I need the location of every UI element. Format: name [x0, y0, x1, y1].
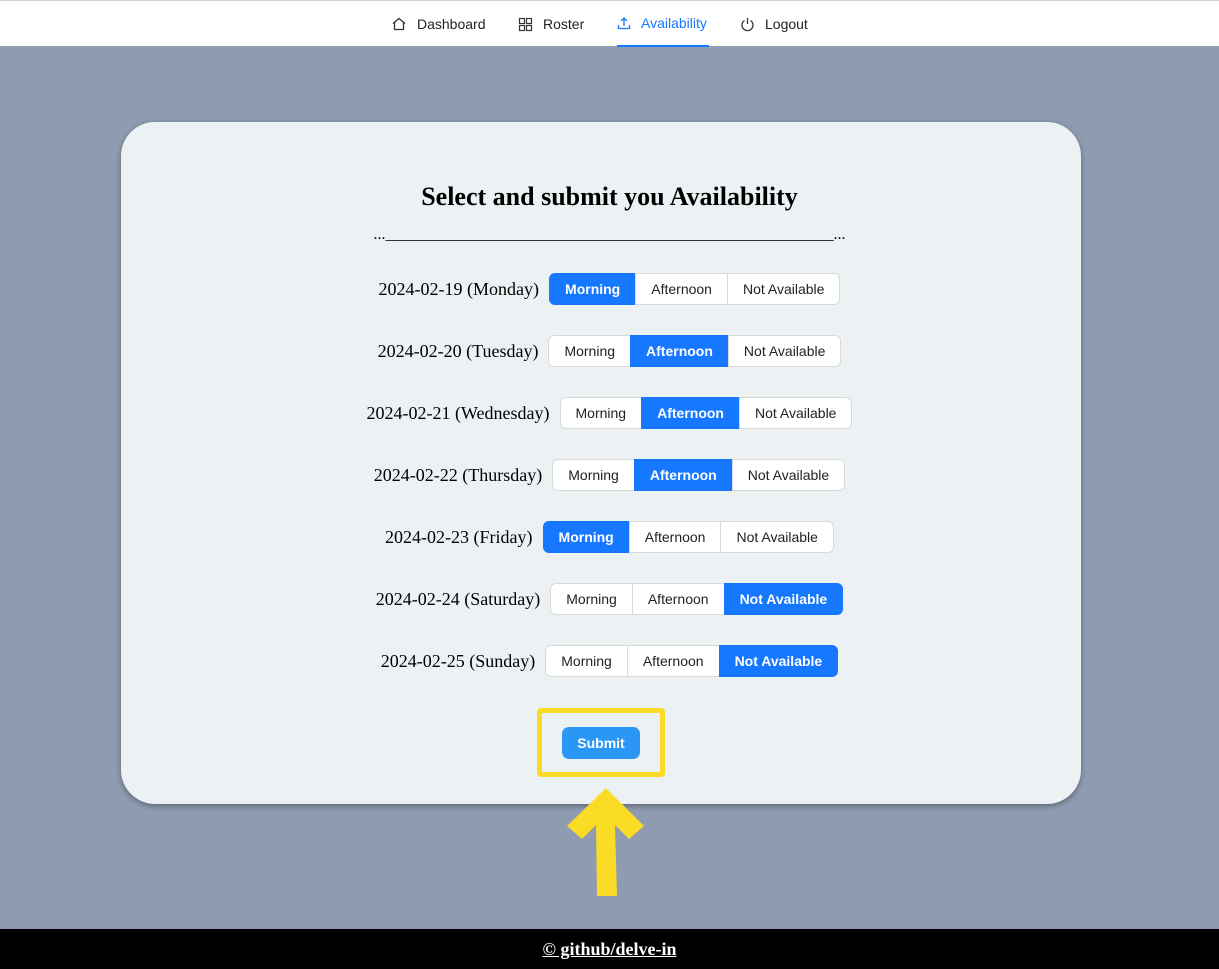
- nav-item-dashboard[interactable]: Dashboard: [391, 1, 486, 47]
- option-not-available-button[interactable]: Not Available: [731, 459, 846, 491]
- date-label: 2024-02-20 (Tuesday): [377, 340, 539, 361]
- availability-segmented-control: Morning Afternoon Not Available: [545, 645, 839, 677]
- availability-segmented-control: Morning Afternoon Not Available: [542, 521, 834, 553]
- option-morning-button[interactable]: Morning: [552, 459, 635, 491]
- footer: © github/delve-in: [0, 929, 1219, 969]
- availability-segmented-control: Morning Afternoon Not Available: [549, 273, 841, 305]
- option-morning-button[interactable]: Morning: [545, 645, 628, 677]
- availability-segmented-control: Morning Afternoon Not Available: [552, 459, 846, 491]
- availability-row: 2024-02-22 (Thursday) Morning Afternoon Not…: [0, 458, 1219, 492]
- title-divider: ..._____________________________________…: [373, 226, 846, 243]
- option-not-available-button[interactable]: Not Available: [727, 335, 842, 367]
- option-morning-button[interactable]: Morning: [550, 583, 633, 615]
- submit-button[interactable]: Submit: [562, 727, 640, 759]
- option-afternoon-button[interactable]: Afternoon: [635, 273, 728, 305]
- option-morning-button[interactable]: Morning: [549, 273, 637, 305]
- availability-row: 2024-02-24 (Saturday) Morning Afternoon Not…: [0, 582, 1219, 616]
- power-icon: [741, 17, 754, 31]
- availability-segmented-control: Morning Afternoon Not Available: [559, 397, 853, 429]
- upload-icon: [617, 17, 631, 30]
- availability-segmented-control: Morning Afternoon Not Available: [548, 335, 842, 367]
- availability-row: 2024-02-21 (Wednesday) Morning Afternoon No…: [0, 396, 1219, 430]
- nav-item-roster[interactable]: Roster: [518, 1, 584, 47]
- availability-segmented-control: Morning Afternoon Not Available: [550, 583, 844, 615]
- grid-icon: [518, 17, 533, 31]
- option-afternoon-button[interactable]: Afternoon: [628, 521, 722, 553]
- nav-menu: Dashboard Roster Availability Logout: [0, 1, 1219, 47]
- nav-item-label: Availability: [641, 15, 707, 31]
- option-afternoon-button[interactable]: Afternoon: [641, 397, 740, 429]
- nav-item-label: Dashboard: [417, 16, 486, 32]
- nav-item-availability[interactable]: Availability: [617, 1, 709, 47]
- date-label: 2024-02-21 (Wednesday): [366, 402, 550, 423]
- option-not-available-button[interactable]: Not Available: [726, 273, 841, 305]
- home-icon: [392, 17, 406, 31]
- option-afternoon-button[interactable]: Afternoon: [626, 645, 720, 677]
- page-title: Select and submit you Availability: [421, 182, 798, 211]
- nav-item-logout[interactable]: Logout: [740, 1, 808, 47]
- date-label: 2024-02-19 (Monday): [378, 278, 540, 299]
- option-not-available-button[interactable]: Not Available: [739, 397, 853, 429]
- nav-item-label: Logout: [765, 16, 808, 32]
- date-label: 2024-02-25 (Sunday): [380, 650, 536, 671]
- option-morning-button[interactable]: Morning: [542, 521, 630, 553]
- option-afternoon-button[interactable]: Afternoon: [633, 459, 733, 491]
- option-morning-button[interactable]: Morning: [559, 397, 643, 429]
- availability-row: 2024-02-19 (Monday) Morning Afternoon Not A…: [0, 272, 1219, 306]
- top-navigation-bar: Dashboard Roster Availability Logout: [0, 0, 1219, 47]
- availability-row: 2024-02-20 (Tuesday) Morning Afternoon Not …: [0, 334, 1219, 368]
- date-label: 2024-02-22 (Thursday): [373, 464, 543, 485]
- option-afternoon-button[interactable]: Afternoon: [630, 335, 729, 367]
- nav-item-label: Roster: [543, 16, 585, 32]
- arrow-up-icon: [567, 788, 644, 896]
- option-not-available-button[interactable]: Not Available: [718, 645, 839, 677]
- github-link[interactable]: © github/delve-in: [543, 939, 677, 960]
- option-afternoon-button[interactable]: Afternoon: [631, 583, 725, 615]
- availability-row: 2024-02-25 (Sunday) Morning Afternoon Not A…: [0, 644, 1219, 678]
- date-label: 2024-02-24 (Saturday): [375, 588, 541, 609]
- availability-row: 2024-02-23 (Friday) Morning Afternoon Not A…: [0, 520, 1219, 554]
- option-morning-button[interactable]: Morning: [548, 335, 632, 367]
- option-not-available-button[interactable]: Not Available: [720, 521, 834, 553]
- option-not-available-button[interactable]: Not Available: [723, 583, 844, 615]
- date-label: 2024-02-23 (Friday): [385, 526, 533, 547]
